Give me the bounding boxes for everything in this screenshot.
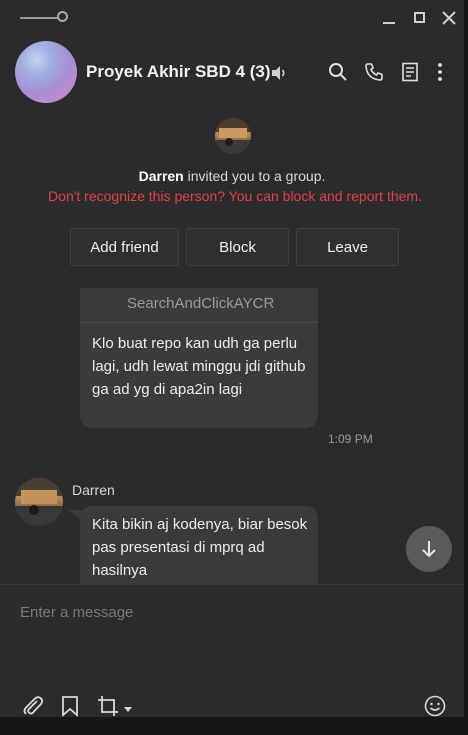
- chat-header: Proyek Akhir SBD 4 (3): [0, 36, 464, 112]
- chat-window: Proyek Akhir SBD 4 (3) Darren invited yo…: [0, 0, 468, 735]
- message-timestamp: 1:09 PM: [328, 432, 373, 446]
- speaker-icon[interactable]: [270, 64, 288, 82]
- close-icon: [442, 11, 456, 25]
- attach-icon[interactable]: [22, 695, 44, 717]
- maximize-button[interactable]: [412, 10, 428, 26]
- notes-icon[interactable]: [401, 62, 419, 82]
- message-bubble[interactable]: Kita bikin aj kodenya, biar besok pas pr…: [80, 506, 318, 584]
- invite-warning: Don't recognize this person? You can blo…: [48, 188, 422, 204]
- title-bar: [0, 0, 464, 36]
- group-title[interactable]: Proyek Akhir SBD 4 (3): [86, 62, 271, 82]
- opacity-slider-knob[interactable]: [57, 11, 68, 22]
- minimize-button[interactable]: [382, 10, 398, 26]
- sender-name[interactable]: Darren: [72, 482, 115, 498]
- more-icon[interactable]: [436, 62, 444, 82]
- scroll-to-bottom-button[interactable]: [406, 526, 452, 572]
- message-list[interactable]: ristek.link/ SearchAndClickAYCR Klo buat…: [0, 288, 464, 584]
- inviter-name[interactable]: Darren: [139, 168, 184, 184]
- message-bubble-link[interactable]: ristek.link/ SearchAndClickAYCR Klo buat…: [80, 288, 318, 428]
- group-avatar[interactable]: [15, 41, 77, 103]
- scroll-down-icon: [422, 541, 436, 558]
- message-text: Klo buat repo kan udh ga perlu lagi, udh…: [92, 335, 306, 398]
- invite-message: Darren invited you to a group.: [0, 168, 464, 184]
- emoji-icon[interactable]: [424, 695, 446, 717]
- inviter-avatar[interactable]: [215, 118, 251, 154]
- close-button[interactable]: [441, 10, 457, 26]
- invite-text: invited you to a group.: [187, 168, 326, 184]
- message-text: Kita bikin aj kodenya, biar besok pas pr…: [92, 516, 308, 579]
- leave-button[interactable]: Leave: [296, 228, 399, 266]
- window-bottom-edge: [0, 717, 468, 735]
- link-divider: [80, 322, 318, 323]
- crop-options-caret-icon[interactable]: [124, 707, 132, 713]
- group-invite-panel: Darren invited you to a group. Don't rec…: [0, 112, 464, 288]
- search-icon[interactable]: [328, 62, 348, 82]
- link-preview-url[interactable]: ristek.link/ SearchAndClickAYCR: [127, 288, 307, 315]
- block-button[interactable]: Block: [186, 228, 289, 266]
- message-composer: [0, 584, 464, 718]
- bookmark-icon[interactable]: [61, 695, 79, 717]
- link-icon: [90, 288, 116, 292]
- message-input[interactable]: [18, 599, 442, 625]
- crop-icon[interactable]: [97, 695, 119, 717]
- opacity-slider-track[interactable]: [20, 17, 60, 19]
- phone-icon[interactable]: [364, 62, 384, 82]
- add-friend-button[interactable]: Add friend: [70, 228, 179, 266]
- sender-avatar[interactable]: [15, 478, 63, 526]
